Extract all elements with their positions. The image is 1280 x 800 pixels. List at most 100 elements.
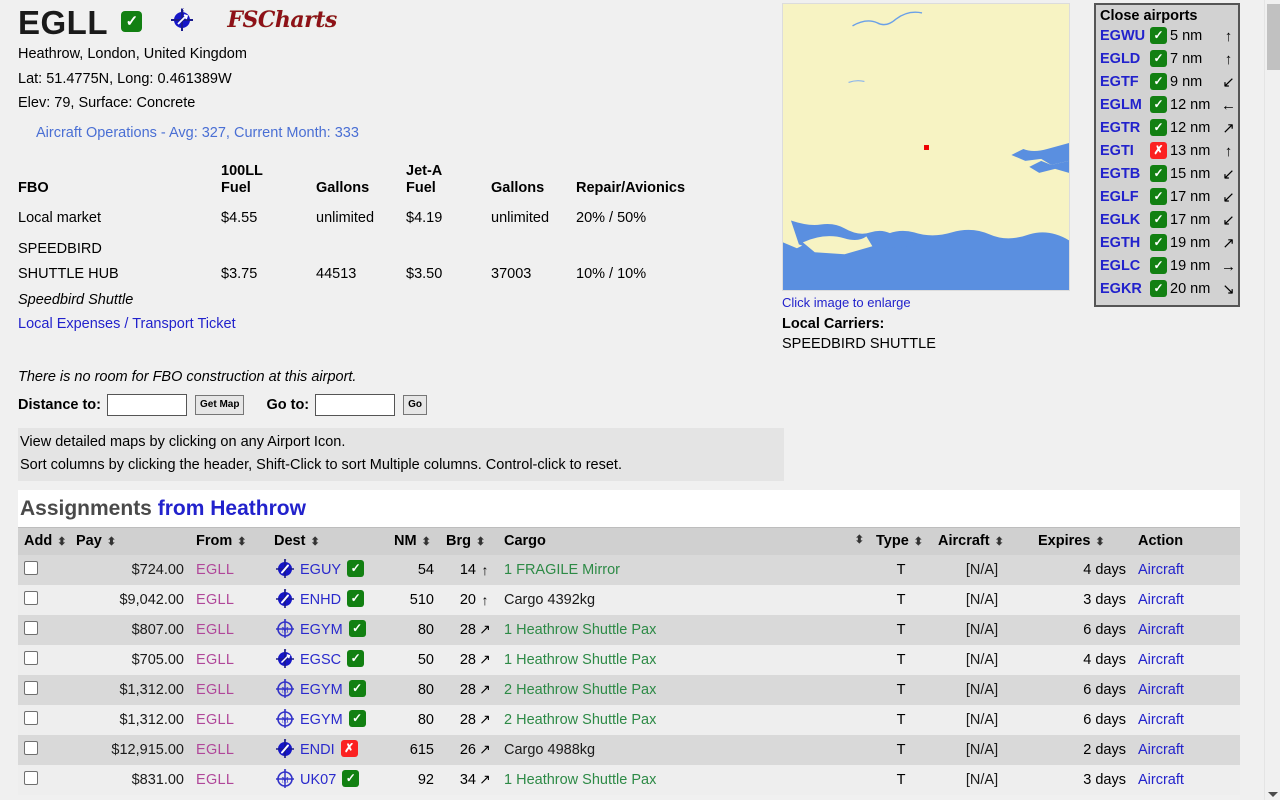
- dest-airport-code[interactable]: EGYM: [300, 682, 343, 698]
- cell-add[interactable]: [18, 735, 70, 765]
- aircraft-action-link[interactable]: Aircraft: [1138, 772, 1184, 788]
- aircraft-action-link[interactable]: Aircraft: [1138, 682, 1184, 698]
- cell-add[interactable]: [18, 705, 70, 735]
- close-airport-row[interactable]: EGTH 19 nm ↗: [1100, 232, 1236, 255]
- airport-map-image[interactable]: [782, 3, 1070, 291]
- add-assignment-checkbox[interactable]: [24, 650, 38, 665]
- close-airport-code[interactable]: EGLF: [1100, 186, 1147, 209]
- cell-add[interactable]: [18, 675, 70, 705]
- cell-dest[interactable]: M F EGYM: [268, 615, 388, 645]
- dest-airport-code[interactable]: EGUY: [300, 562, 341, 578]
- vertical-scrollbar[interactable]: [1264, 0, 1280, 800]
- vordme-compass-icon[interactable]: MF: [274, 677, 296, 703]
- cell-dest[interactable]: F EGUY: [268, 555, 388, 585]
- dest-airport-code[interactable]: ENDI: [300, 742, 335, 758]
- close-airport-row[interactable]: EGLD 7 nm ↑: [1100, 48, 1236, 71]
- scroll-down-arrow-icon[interactable]: [1268, 792, 1278, 797]
- scrollbar-thumb[interactable]: [1267, 4, 1280, 70]
- sort-icon[interactable]: ⬍: [995, 536, 1004, 548]
- from-airport-code[interactable]: EGLL: [196, 652, 234, 668]
- sort-icon[interactable]: ⬍: [1095, 536, 1104, 548]
- dest-airport-code[interactable]: UK07: [300, 772, 336, 788]
- close-airport-code[interactable]: EGTH: [1100, 232, 1147, 255]
- sort-icon[interactable]: ⬍: [855, 533, 864, 546]
- close-airport-code[interactable]: EGTR: [1100, 117, 1147, 140]
- vordme-compass-icon[interactable]: MF: [274, 707, 296, 733]
- aircraft-action-link[interactable]: Aircraft: [1138, 592, 1184, 608]
- vor-compass-icon[interactable]: F: [274, 557, 296, 583]
- close-airport-row[interactable]: EGLM 12 nm ←: [1100, 94, 1236, 117]
- ndb-compass-icon[interactable]: E: [169, 6, 195, 37]
- column-header-nm[interactable]: NM ⬍: [388, 527, 440, 555]
- cell-dest[interactable]: M F EGYM: [268, 705, 388, 735]
- table-row[interactable]: $705.00 EGLL FEGSC 50 28↗ 1 Heathrow Shuttle …: [18, 644, 1240, 675]
- close-airport-row[interactable]: EGLC 19 nm →: [1100, 255, 1236, 278]
- close-airport-code[interactable]: EGLD: [1100, 48, 1147, 71]
- column-header-dest[interactable]: Dest ⬍: [268, 527, 388, 555]
- column-header-cargo[interactable]: Cargo ⬍: [498, 527, 870, 555]
- column-header-type[interactable]: Type ⬍: [870, 527, 932, 555]
- dest-airport-code[interactable]: EGSC: [300, 652, 341, 668]
- cell-action[interactable]: Aircraft: [1132, 705, 1240, 735]
- from-airport-code[interactable]: EGLL: [196, 772, 234, 788]
- column-header-pay[interactable]: Pay ⬍: [70, 527, 190, 555]
- fscharts-logo[interactable]: FSCharts: [227, 7, 337, 33]
- column-header-brg[interactable]: Brg ⬍: [440, 527, 498, 555]
- aircraft-action-link[interactable]: Aircraft: [1138, 712, 1184, 728]
- cell-action[interactable]: Aircraft: [1132, 645, 1240, 675]
- close-airport-code[interactable]: EGLM: [1100, 94, 1147, 117]
- column-header-add[interactable]: Add ⬍: [18, 527, 70, 555]
- table-row[interactable]: $1,312.00 EGLL MFEGYM 80 28↗ 2 Heathrow Shutt…: [18, 704, 1240, 735]
- cell-action[interactable]: Aircraft: [1132, 765, 1240, 795]
- add-assignment-checkbox[interactable]: [24, 770, 38, 785]
- cell-dest[interactable]: F ENHD: [268, 585, 388, 615]
- table-row[interactable]: $1,312.00 EGLL MFEGYM 80 28↗ 2 Heathrow Shutt…: [18, 674, 1240, 705]
- cell-dest[interactable]: F ENDI: [268, 735, 388, 765]
- close-airport-row[interactable]: EGTB 15 nm ↙: [1100, 163, 1236, 186]
- close-airport-code[interactable]: EGKR: [1100, 278, 1147, 301]
- column-header-expires[interactable]: Expires ⬍: [1032, 527, 1132, 555]
- distance-to-input[interactable]: [107, 394, 187, 416]
- close-airport-row[interactable]: EGTF 9 nm ↙: [1100, 71, 1236, 94]
- cell-action[interactable]: Aircraft: [1132, 555, 1240, 585]
- column-header-from[interactable]: From ⬍: [190, 527, 268, 555]
- vordme-compass-icon[interactable]: MF: [274, 767, 296, 793]
- close-airport-code[interactable]: EGLC: [1100, 255, 1147, 278]
- sort-icon[interactable]: ⬍: [476, 536, 485, 548]
- from-airport-code[interactable]: EGLL: [196, 742, 234, 758]
- go-to-input[interactable]: [315, 394, 396, 416]
- add-assignment-checkbox[interactable]: [24, 620, 38, 635]
- cell-add[interactable]: [18, 555, 70, 585]
- add-assignment-checkbox[interactable]: [24, 740, 38, 755]
- sort-icon[interactable]: ⬍: [237, 536, 246, 548]
- cell-action[interactable]: Aircraft: [1132, 615, 1240, 645]
- from-airport-code[interactable]: EGLL: [196, 622, 234, 638]
- aircraft-operations-link[interactable]: Aircraft Operations - Avg: 327, Current …: [36, 125, 359, 141]
- close-airport-code[interactable]: EGTF: [1100, 71, 1147, 94]
- sort-icon[interactable]: ⬍: [422, 536, 431, 548]
- table-row[interactable]: $9,042.00 EGLL FENHD 510 20 ↑ Cargo 4392kg T [N/…: [18, 584, 1240, 615]
- table-row[interactable]: $724.00 EGLL FEGUY 54 14 ↑ 1 FRAGILE Mirror T [N…: [18, 554, 1240, 585]
- get-map-button[interactable]: Get Map: [195, 395, 245, 415]
- from-airport-code[interactable]: EGLL: [196, 562, 234, 578]
- cell-action[interactable]: Aircraft: [1132, 675, 1240, 705]
- close-airport-code[interactable]: EGTI: [1100, 140, 1147, 163]
- close-airport-code[interactable]: EGTB: [1100, 163, 1147, 186]
- cell-add[interactable]: [18, 645, 70, 675]
- table-row[interactable]: $831.00 EGLL MFUK07 92 34↗ 1 Heathrow Shuttle…: [18, 764, 1240, 795]
- add-assignment-checkbox[interactable]: [24, 560, 38, 575]
- close-airport-row[interactable]: EGWU 5 nm ↑: [1100, 25, 1236, 48]
- close-airport-row[interactable]: EGKR 20 nm ↘: [1100, 278, 1236, 301]
- dest-airport-code[interactable]: EGYM: [300, 712, 343, 728]
- close-airport-row[interactable]: EGLF 17 nm ↙: [1100, 186, 1236, 209]
- cell-add[interactable]: [18, 585, 70, 615]
- dest-airport-code[interactable]: ENHD: [300, 592, 341, 608]
- cell-action[interactable]: Aircraft: [1132, 735, 1240, 765]
- close-airport-row[interactable]: EGLK 17 nm ↙: [1100, 209, 1236, 232]
- sort-icon[interactable]: ⬍: [57, 536, 66, 548]
- cell-dest[interactable]: F EGSC: [268, 645, 388, 675]
- enlarge-map-link[interactable]: Click image to enlarge: [782, 295, 911, 310]
- aircraft-action-link[interactable]: Aircraft: [1138, 742, 1184, 758]
- column-header-aircraft[interactable]: Aircraft ⬍: [932, 527, 1032, 555]
- table-row[interactable]: $12,915.00 EGLL FENDI 615 26↗ Cargo 4988kg T [N…: [18, 734, 1240, 765]
